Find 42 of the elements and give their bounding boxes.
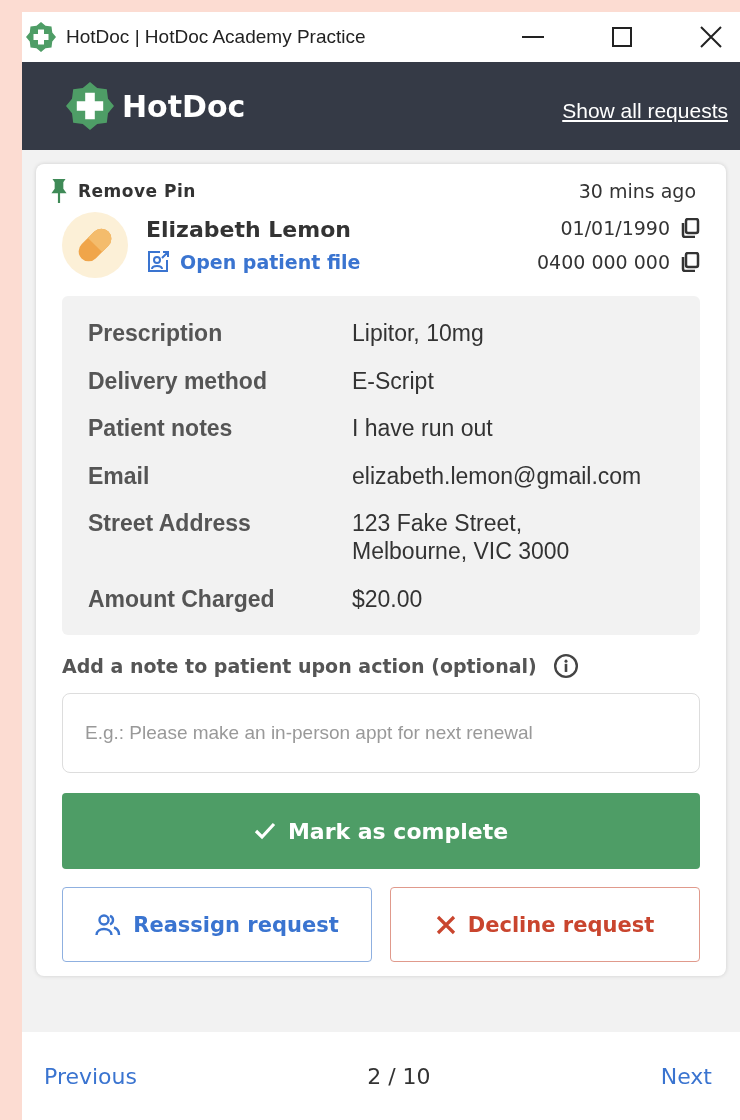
patient-file-icon bbox=[146, 249, 170, 274]
detail-value: 123 Fake Street, Melbourne, VIC 3000 bbox=[352, 510, 571, 566]
detail-label: Delivery method bbox=[88, 367, 268, 396]
maximize-icon[interactable] bbox=[612, 27, 632, 47]
detail-label: Patient notes bbox=[88, 415, 234, 443]
detail-label: Street Address bbox=[88, 510, 252, 539]
open-patient-file-link[interactable]: Open patient file bbox=[146, 249, 361, 274]
detail-value: E-Script bbox=[352, 367, 435, 396]
detail-value: elizabeth.lemon@gmail.com bbox=[352, 462, 643, 491]
app-icon bbox=[26, 22, 56, 52]
detail-value: I have run out bbox=[352, 415, 494, 443]
remove-pin-button[interactable]: Remove Pin bbox=[50, 178, 196, 204]
pill-icon bbox=[62, 212, 128, 278]
previous-link[interactable]: Previous bbox=[44, 1063, 137, 1089]
copy-icon[interactable] bbox=[680, 252, 700, 272]
copy-icon[interactable] bbox=[680, 218, 700, 238]
checkmark-icon bbox=[253, 822, 276, 841]
logo-icon bbox=[66, 82, 114, 130]
reassign-request-button[interactable]: Reassign request bbox=[62, 887, 372, 963]
detail-label: Prescription bbox=[88, 320, 224, 348]
page-position: 2 / 10 bbox=[367, 1063, 431, 1089]
show-all-requests-link[interactable]: Show all requests bbox=[562, 89, 728, 123]
detail-label: Email bbox=[88, 462, 151, 491]
note-input-field[interactable]: E.g.: Please make an in-person appt for next renewal bbox=[62, 693, 700, 774]
people-icon bbox=[95, 913, 122, 936]
pin-icon bbox=[50, 178, 68, 204]
note-label: Add a note to patient upon action (optional) bbox=[62, 655, 537, 678]
decline-request-button[interactable]: Decline request bbox=[390, 887, 700, 963]
next-link[interactable]: Next bbox=[660, 1063, 712, 1089]
logo-text: HotDoc bbox=[122, 88, 246, 124]
mark-complete-button[interactable]: Mark as complete bbox=[62, 793, 700, 870]
date-of-birth: 01/01/1990 bbox=[560, 217, 670, 239]
patient-name: Elizabeth Lemon bbox=[146, 216, 352, 242]
window-title: HotDoc | HotDoc Academy Practice bbox=[66, 26, 366, 48]
info-icon[interactable] bbox=[552, 653, 579, 680]
phone-number: 0400 000 000 bbox=[537, 251, 670, 273]
close-icon[interactable] bbox=[700, 26, 722, 48]
cross-icon bbox=[435, 914, 456, 935]
request-time: 30 mins ago bbox=[578, 180, 697, 202]
detail-value: $20.00 bbox=[352, 585, 424, 614]
detail-value: Lipitor, 10mg bbox=[352, 320, 485, 348]
detail-label: Amount Charged bbox=[88, 585, 276, 614]
